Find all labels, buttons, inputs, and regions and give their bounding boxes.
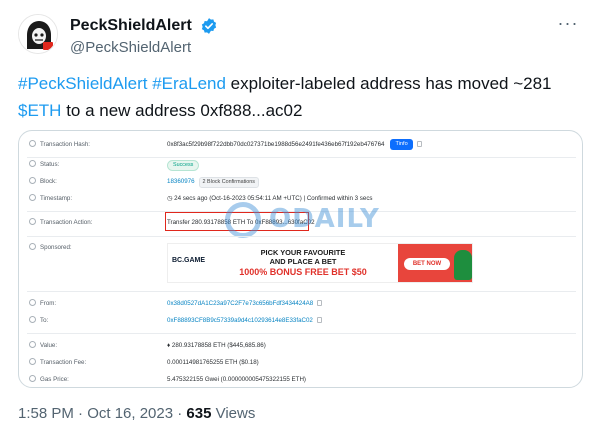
gas-price-row: Gas Price: 5.475322155 Gwei (0.000000005… [19, 370, 582, 387]
info-icon [29, 375, 36, 382]
verified-badge-icon [202, 18, 217, 34]
info-icon [29, 316, 36, 323]
info-icon [29, 140, 36, 147]
fee-value: 0.000114981765255 ETH ($0.18) [167, 359, 259, 366]
tweet-text-part2: to a new address 0xf888...ac02 [61, 101, 303, 120]
block-label: Block: [40, 178, 57, 185]
watermark-text: ODAILY [269, 204, 380, 234]
ad-line1: PICK YOUR FAVOURITE [260, 248, 346, 257]
author-names: PeckShieldAlert @PeckShieldAlert [70, 16, 218, 58]
tx-hash-label: Transaction Hash: [40, 141, 90, 148]
tweet-header: PeckShieldAlert @PeckShieldAlert ··· [18, 14, 583, 60]
gas-label: Gas Price: [40, 376, 69, 383]
block-link: 18360976 [167, 178, 195, 185]
tx-hash-row: Transaction Hash: 0x8f3ac5f29b98f722dbb7… [19, 135, 582, 155]
status-badge: Success [167, 160, 200, 171]
info-icon [29, 341, 36, 348]
post-time[interactable]: 1:58 PM · Oct 16, 2023 · [18, 405, 186, 422]
fee-label: Transaction Fee: [40, 359, 87, 366]
views-label: Views [211, 405, 256, 422]
info-icon [29, 160, 36, 167]
value-amount: 280.93178858 ETH ($445,685.86) [171, 342, 266, 349]
lightning-icon [29, 218, 36, 225]
block-confirmations-badge: 2 Block Confirmations [198, 177, 259, 188]
copy-icon [317, 300, 323, 307]
ad-line3: 1000% BONUS FREE BET $50 [239, 267, 367, 277]
copy-icon [416, 141, 422, 148]
info-icon [29, 358, 36, 365]
timestamp-label: Timestamp: [40, 195, 73, 202]
tx-action-label: Transaction Action: [40, 219, 93, 226]
cashtag-eth[interactable]: $ETH [18, 101, 61, 120]
divider [27, 236, 576, 237]
tweet-text-part1: exploiter-labeled address has moved ~281 [225, 74, 552, 93]
bcgame-logo: BC.GAME [172, 257, 206, 264]
hashtag-eralend[interactable]: #EraLend [152, 74, 226, 93]
odaily-logo-icon [225, 202, 261, 238]
ad-line2: AND PLACE A BET [269, 257, 337, 266]
to-label: To: [40, 317, 49, 324]
sponsored-ad-banner: BC.GAME PICK YOUR FAVOURITE AND PLACE A … [167, 243, 473, 283]
more-options-icon[interactable]: ··· [555, 14, 581, 36]
avatar[interactable] [18, 14, 58, 54]
tx-hash-value: 0x8f3ac5f29b98f722dbb70dc027371be1988d56… [167, 141, 385, 148]
hashtag-peckshieldalert[interactable]: #PeckShieldAlert [18, 74, 147, 93]
sponsored-label: Sponsored: [40, 244, 72, 251]
to-address: 0xF88893CF8B9c57339a9d4c10293614e8E33faC… [167, 317, 313, 324]
from-label: From: [40, 300, 57, 307]
tweet-text: #PeckShieldAlert #EraLend exploiter-labe… [18, 70, 583, 124]
divider [27, 333, 576, 334]
info-icon [29, 299, 36, 306]
tweet-footer: 1:58 PM · Oct 16, 2023 · 635 Views [18, 404, 255, 424]
value-label: Value: [40, 342, 58, 349]
info-icon [29, 194, 36, 201]
info-icon [29, 177, 36, 184]
divider [27, 291, 576, 292]
hooded-figure-icon [19, 15, 57, 53]
info-icon [29, 243, 36, 250]
football-player-image [454, 250, 472, 280]
ad-bet-now-button: BET NOW [404, 258, 450, 270]
from-address: 0x38d0527dA1C23a97C2F7e73c656bFdf3434424… [167, 300, 314, 307]
status-label: Status: [40, 161, 60, 168]
handle[interactable]: @PeckShieldAlert [70, 38, 218, 58]
tinfo-button: Tinfo [390, 138, 413, 150]
display-name[interactable]: PeckShieldAlert [70, 16, 192, 36]
gas-value: 5.475322155 Gwei (0.000000005475322155 E… [167, 376, 306, 383]
tweet-media-screenshot[interactable]: Transaction Hash: 0x8f3ac5f29b98f722dbb7… [18, 130, 583, 388]
views-count: 635 [186, 405, 212, 422]
copy-icon [316, 317, 322, 324]
tweet: PeckShieldAlert @PeckShieldAlert ··· #Pe… [0, 0, 601, 436]
to-row: To: 0xF88893CF8B9c57339a9d4c10293614e8E3… [19, 311, 582, 331]
